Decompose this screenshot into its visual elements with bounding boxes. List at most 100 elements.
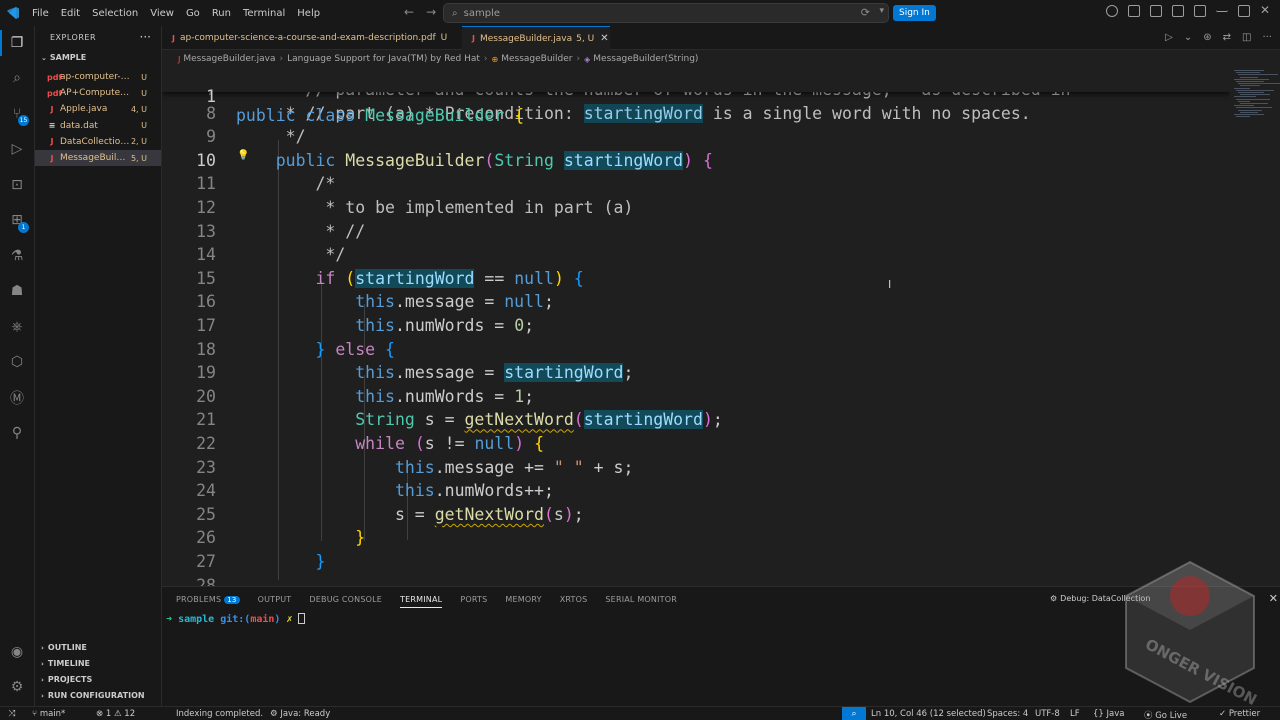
- split-editor-icon[interactable]: ◫: [1242, 32, 1251, 43]
- breadcrumb-language[interactable]: Language Support for Java(TM) by Red Hat: [287, 54, 480, 64]
- toggle-secondary-sidebar-icon[interactable]: [1172, 5, 1184, 17]
- pdf-file-icon: J: [172, 33, 175, 43]
- code-editor[interactable]: 7 * // parameter and counts the number o…: [162, 68, 1230, 586]
- tools-icon[interactable]: ⚲: [8, 424, 26, 442]
- menu-item-edit[interactable]: Edit: [55, 8, 86, 19]
- file-item[interactable]: ≡ data.dat U: [35, 118, 161, 134]
- chevron-down-icon[interactable]: ▾: [879, 6, 884, 16]
- tab-pdf[interactable]: J ap-computer-science-a-course-and-exam-…: [162, 26, 460, 50]
- indentation[interactable]: Spaces: 4: [987, 709, 1028, 719]
- language-mode[interactable]: {} Java: [1093, 709, 1125, 719]
- restore-icon[interactable]: [1238, 5, 1250, 17]
- customize-layout-icon[interactable]: [1194, 5, 1206, 17]
- file-item[interactable]: pdfAP+Computer+S... U: [35, 85, 161, 101]
- containers-icon[interactable]: ⬡: [8, 353, 26, 371]
- line-number: 26: [196, 528, 216, 548]
- minimap-line: [1236, 107, 1272, 109]
- end-of-line[interactable]: LF: [1070, 709, 1080, 719]
- menu-item-help[interactable]: Help: [291, 8, 326, 19]
- minimap-line: [1234, 87, 1250, 89]
- copilot-icon[interactable]: [1106, 5, 1118, 17]
- indexing-status[interactable]: Indexing completed.: [176, 709, 263, 719]
- copilot-icon[interactable]: ⊛: [1203, 32, 1211, 43]
- menu-item-view[interactable]: View: [144, 8, 180, 19]
- prettier-status[interactable]: ✓ Prettier: [1219, 709, 1260, 719]
- sticky-scroll[interactable]: 1 public class MessageBuilder {: [162, 68, 1230, 125]
- minimap-line: [1234, 70, 1264, 71]
- code-text: */: [236, 245, 346, 265]
- toggle-panel-icon[interactable]: [1150, 5, 1162, 17]
- minimize-icon[interactable]: [1216, 5, 1228, 12]
- timeline-section[interactable]: › TIMELINE: [41, 659, 90, 668]
- tab-debug-console[interactable]: DEBUG CONSOLE: [309, 595, 382, 608]
- outline-section[interactable]: › OUTLINE: [41, 643, 87, 652]
- markdown-icon[interactable]: Ⓜ: [8, 389, 26, 407]
- sign-in-button[interactable]: Sign In: [893, 5, 936, 21]
- projects-section[interactable]: › PROJECTS: [41, 675, 92, 684]
- tab-serial-monitor[interactable]: SERIAL MONITOR: [605, 595, 677, 608]
- minimap-line: [1240, 85, 1260, 87]
- manage-gear-icon[interactable]: ⚙: [8, 678, 26, 696]
- menu-item-file[interactable]: File: [26, 8, 55, 19]
- menu-item-selection[interactable]: Selection: [86, 8, 144, 19]
- go-live-button[interactable]: ⦿ Go Live: [1144, 709, 1187, 720]
- tab-ports[interactable]: PORTS: [460, 595, 487, 608]
- close-tab-icon[interactable]: ✕: [600, 33, 608, 44]
- tab-output[interactable]: OUTPUT: [258, 595, 292, 608]
- minimap-line: [1234, 78, 1269, 80]
- minimap[interactable]: [1230, 68, 1280, 586]
- compare-icon[interactable]: ⇄: [1223, 32, 1231, 43]
- line-number: 11: [196, 174, 216, 194]
- file-item[interactable]: pdfap-computer-sci... U: [35, 69, 161, 85]
- java-status[interactable]: ⚙ Java: Ready: [270, 709, 330, 719]
- encoding[interactable]: UTF-8: [1035, 709, 1060, 719]
- account-icon[interactable]: ◉: [8, 643, 26, 661]
- file-item[interactable]: J DataCollection... 2, U: [35, 134, 161, 150]
- tab-problems[interactable]: PROBLEMS 13: [176, 595, 240, 608]
- more-actions-icon[interactable]: ···: [140, 30, 151, 44]
- branch-indicator[interactable]: ⑂ main*: [32, 709, 65, 719]
- menu-item-run[interactable]: Run: [206, 8, 237, 19]
- breadcrumb-file[interactable]: MessageBuilder.java: [183, 54, 275, 64]
- forward-arrow-icon[interactable]: →: [426, 5, 436, 19]
- run-icon[interactable]: ▷: [1165, 32, 1173, 43]
- chevron-right-icon: ›: [41, 644, 44, 652]
- tab-terminal[interactable]: TERMINAL: [400, 595, 443, 608]
- remote-explorer-icon[interactable]: ⊡: [8, 176, 26, 194]
- remote-indicator-icon[interactable]: ⤨: [0, 707, 24, 720]
- file-item[interactable]: J Apple.java 4, U: [35, 101, 161, 117]
- cursor-position[interactable]: Ln 10, Col 46 (12 selected): [871, 709, 986, 719]
- command-center-search[interactable]: ⌕ sample ⟳ ▾: [443, 3, 889, 23]
- tab-messagebuilder[interactable]: J MessageBuilder.java 5, U ✕: [462, 26, 610, 50]
- zoom-icon[interactable]: ⌕: [842, 707, 866, 720]
- back-arrow-icon[interactable]: ←: [404, 5, 414, 19]
- dropdown-icon[interactable]: ⌄: [1184, 32, 1192, 43]
- error-count: 1: [105, 709, 112, 719]
- menu-item-go[interactable]: Go: [180, 8, 206, 19]
- breadcrumb-method[interactable]: MessageBuilder(String): [593, 54, 698, 64]
- testing-icon[interactable]: ⚗: [8, 247, 26, 265]
- more-actions-icon[interactable]: ···: [1262, 32, 1272, 43]
- run-configuration-section[interactable]: › RUN CONFIGURATION: [41, 691, 145, 700]
- close-panel-icon[interactable]: ✕: [1269, 592, 1278, 605]
- class-icon: ⊕: [491, 54, 499, 64]
- code-text: String s = getNextWord(startingWord);: [355, 410, 723, 430]
- search-icon[interactable]: ⌕: [8, 69, 26, 87]
- line-number: 18: [196, 339, 216, 359]
- toggle-sidebar-icon[interactable]: [1128, 5, 1140, 17]
- platformio-icon[interactable]: ☗: [8, 282, 26, 300]
- close-window-icon[interactable]: ✕: [1260, 4, 1272, 17]
- file-item[interactable]: J MessageBuild... 5, U: [35, 150, 161, 166]
- breadcrumb-class[interactable]: MessageBuilder: [501, 54, 572, 64]
- explorer-icon[interactable]: ❐: [8, 34, 26, 52]
- problems-indicator[interactable]: ⊗ 1 ⚠ 12: [96, 709, 135, 719]
- terminal-prompt[interactable]: ➜ sample git:(main) ✗: [166, 613, 305, 625]
- tab-memory[interactable]: MEMORY: [505, 595, 541, 608]
- tab-xrtos[interactable]: XRTOS: [560, 595, 588, 608]
- workspace-section[interactable]: ⌄ SAMPLE: [41, 53, 86, 62]
- lightbulb-icon[interactable]: 💡: [237, 150, 249, 161]
- menu-item-terminal[interactable]: Terminal: [237, 8, 291, 19]
- kubernetes-icon[interactable]: ⎈: [8, 318, 26, 336]
- run-debug-icon[interactable]: ▷: [8, 140, 26, 158]
- sync-icon[interactable]: ⟳: [861, 6, 870, 19]
